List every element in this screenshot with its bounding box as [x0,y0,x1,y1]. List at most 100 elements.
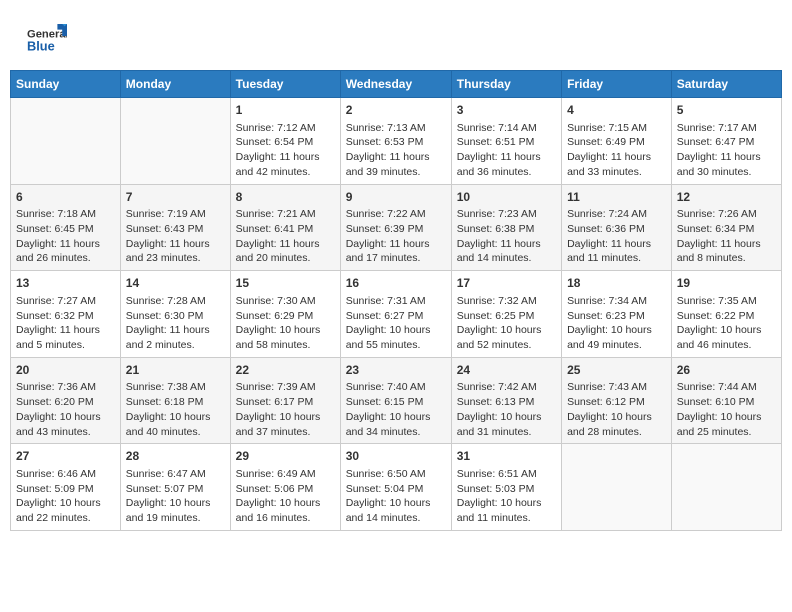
day-info: Sunrise: 7:38 AM Sunset: 6:18 PM Dayligh… [126,380,225,439]
calendar-cell [671,444,781,531]
day-info: Sunrise: 7:30 AM Sunset: 6:29 PM Dayligh… [236,294,335,353]
calendar-cell: 15 Sunrise: 7:30 AM Sunset: 6:29 PM Dayli… [230,271,340,358]
day-number: 4 [567,102,666,119]
day-info: Sunrise: 6:46 AM Sunset: 5:09 PM Dayligh… [16,467,115,526]
day-info: Sunrise: 7:12 AM Sunset: 6:54 PM Dayligh… [236,121,335,180]
header-wednesday: Wednesday [340,71,451,98]
day-info: Sunrise: 6:51 AM Sunset: 5:03 PM Dayligh… [457,467,556,526]
calendar-header-row: SundayMondayTuesdayWednesdayThursdayFrid… [11,71,782,98]
day-number: 19 [677,275,776,292]
day-info: Sunrise: 7:40 AM Sunset: 6:15 PM Dayligh… [346,380,446,439]
day-number: 9 [346,189,446,206]
day-number: 11 [567,189,666,206]
day-info: Sunrise: 7:22 AM Sunset: 6:39 PM Dayligh… [346,207,446,266]
day-number: 30 [346,448,446,465]
calendar-cell: 24Sunrise: 7:42 AM Sunset: 6:13 PM Dayli… [451,357,561,444]
day-number: 23 [346,362,446,379]
day-number: 13 [16,275,115,292]
calendar-cell: 23Sunrise: 7:40 AM Sunset: 6:15 PM Dayli… [340,357,451,444]
day-info: Sunrise: 7:14 AM Sunset: 6:51 PM Dayligh… [457,121,556,180]
calendar-cell: 11Sunrise: 7:24 AM Sunset: 6:36 PM Dayli… [562,184,672,271]
day-number: 15 [236,275,335,292]
calendar-cell: 31 Sunrise: 6:51 AM Sunset: 5:03 PM Dayli… [451,444,561,531]
day-info: Sunrise: 7:44 AM Sunset: 6:10 PM Dayligh… [677,380,776,439]
calendar-week-1: 6Sunrise: 7:18 AM Sunset: 6:45 PM Daylig… [11,184,782,271]
header-sunday: Sunday [11,71,121,98]
calendar-week-3: 20Sunrise: 7:36 AM Sunset: 6:20 PM Dayli… [11,357,782,444]
day-info: Sunrise: 7:18 AM Sunset: 6:45 PM Dayligh… [16,207,115,266]
calendar-cell [11,98,121,185]
day-info: Sunrise: 7:27 AM Sunset: 6:32 PM Dayligh… [16,294,115,353]
day-number: 20 [16,362,115,379]
day-number: 29 [236,448,335,465]
day-info: Sunrise: 7:35 AM Sunset: 6:22 PM Dayligh… [677,294,776,353]
day-number: 21 [126,362,225,379]
calendar-cell: 17 Sunrise: 7:32 AM Sunset: 6:25 PM Dayli… [451,271,561,358]
day-info: Sunrise: 6:47 AM Sunset: 5:07 PM Dayligh… [126,467,225,526]
calendar-cell: 27 Sunrise: 6:46 AM Sunset: 5:09 PM Dayli… [11,444,121,531]
day-info: Sunrise: 7:28 AM Sunset: 6:30 PM Dayligh… [126,294,225,353]
calendar-cell: 26Sunrise: 7:44 AM Sunset: 6:10 PM Dayli… [671,357,781,444]
day-number: 5 [677,102,776,119]
day-number: 14 [126,275,225,292]
calendar-cell: 18 Sunrise: 7:34 AM Sunset: 6:23 PM Dayli… [562,271,672,358]
calendar-cell [562,444,672,531]
calendar-cell: 6Sunrise: 7:18 AM Sunset: 6:45 PM Daylig… [11,184,121,271]
day-info: Sunrise: 7:19 AM Sunset: 6:43 PM Dayligh… [126,207,225,266]
calendar-cell: 9Sunrise: 7:22 AM Sunset: 6:39 PM Daylig… [340,184,451,271]
day-info: Sunrise: 7:31 AM Sunset: 6:27 PM Dayligh… [346,294,446,353]
day-number: 7 [126,189,225,206]
day-number: 16 [346,275,446,292]
header-friday: Friday [562,71,672,98]
day-info: Sunrise: 7:32 AM Sunset: 6:25 PM Dayligh… [457,294,556,353]
calendar-cell: 20Sunrise: 7:36 AM Sunset: 6:20 PM Dayli… [11,357,121,444]
calendar-cell: 3Sunrise: 7:14 AM Sunset: 6:51 PM Daylig… [451,98,561,185]
day-number: 6 [16,189,115,206]
calendar-week-2: 13 Sunrise: 7:27 AM Sunset: 6:32 PM Dayli… [11,271,782,358]
calendar-cell: 19 Sunrise: 7:35 AM Sunset: 6:22 PM Dayli… [671,271,781,358]
calendar-cell: 4 Sunrise: 7:15 AM Sunset: 6:49 PM Daylig… [562,98,672,185]
day-number: 17 [457,275,556,292]
calendar-cell: 10Sunrise: 7:23 AM Sunset: 6:38 PM Dayli… [451,184,561,271]
calendar-table: SundayMondayTuesdayWednesdayThursdayFrid… [10,70,782,531]
page-header: General Blue [10,10,782,70]
day-info: Sunrise: 7:23 AM Sunset: 6:38 PM Dayligh… [457,207,556,266]
calendar-cell: 16 Sunrise: 7:31 AM Sunset: 6:27 PM Dayli… [340,271,451,358]
day-number: 25 [567,362,666,379]
day-number: 24 [457,362,556,379]
calendar-cell: 14 Sunrise: 7:28 AM Sunset: 6:30 PM Dayli… [120,271,230,358]
day-number: 18 [567,275,666,292]
calendar-cell: 30Sunrise: 6:50 AM Sunset: 5:04 PM Dayli… [340,444,451,531]
day-number: 12 [677,189,776,206]
header-monday: Monday [120,71,230,98]
calendar-cell: 2Sunrise: 7:13 AM Sunset: 6:53 PM Daylig… [340,98,451,185]
calendar-week-4: 27 Sunrise: 6:46 AM Sunset: 5:09 PM Dayli… [11,444,782,531]
day-info: Sunrise: 7:34 AM Sunset: 6:23 PM Dayligh… [567,294,666,353]
day-number: 27 [16,448,115,465]
calendar-cell: 5 Sunrise: 7:17 AM Sunset: 6:47 PM Daylig… [671,98,781,185]
day-info: Sunrise: 6:49 AM Sunset: 5:06 PM Dayligh… [236,467,335,526]
calendar-cell: 1Sunrise: 7:12 AM Sunset: 6:54 PM Daylig… [230,98,340,185]
day-number: 8 [236,189,335,206]
day-info: Sunrise: 7:43 AM Sunset: 6:12 PM Dayligh… [567,380,666,439]
day-info: Sunrise: 7:21 AM Sunset: 6:41 PM Dayligh… [236,207,335,266]
day-info: Sunrise: 7:39 AM Sunset: 6:17 PM Dayligh… [236,380,335,439]
header-thursday: Thursday [451,71,561,98]
header-tuesday: Tuesday [230,71,340,98]
day-number: 2 [346,102,446,119]
header-saturday: Saturday [671,71,781,98]
day-number: 22 [236,362,335,379]
calendar-cell: 21Sunrise: 7:38 AM Sunset: 6:18 PM Dayli… [120,357,230,444]
calendar-cell: 12Sunrise: 7:26 AM Sunset: 6:34 PM Dayli… [671,184,781,271]
calendar-cell: 28Sunrise: 6:47 AM Sunset: 5:07 PM Dayli… [120,444,230,531]
day-info: Sunrise: 7:26 AM Sunset: 6:34 PM Dayligh… [677,207,776,266]
day-number: 26 [677,362,776,379]
day-info: Sunrise: 7:24 AM Sunset: 6:36 PM Dayligh… [567,207,666,266]
day-info: Sunrise: 7:42 AM Sunset: 6:13 PM Dayligh… [457,380,556,439]
logo: General Blue [25,20,67,65]
day-number: 31 [457,448,556,465]
calendar-week-0: 1Sunrise: 7:12 AM Sunset: 6:54 PM Daylig… [11,98,782,185]
day-info: Sunrise: 7:15 AM Sunset: 6:49 PM Dayligh… [567,121,666,180]
svg-text:Blue: Blue [27,38,55,53]
day-info: Sunrise: 7:17 AM Sunset: 6:47 PM Dayligh… [677,121,776,180]
